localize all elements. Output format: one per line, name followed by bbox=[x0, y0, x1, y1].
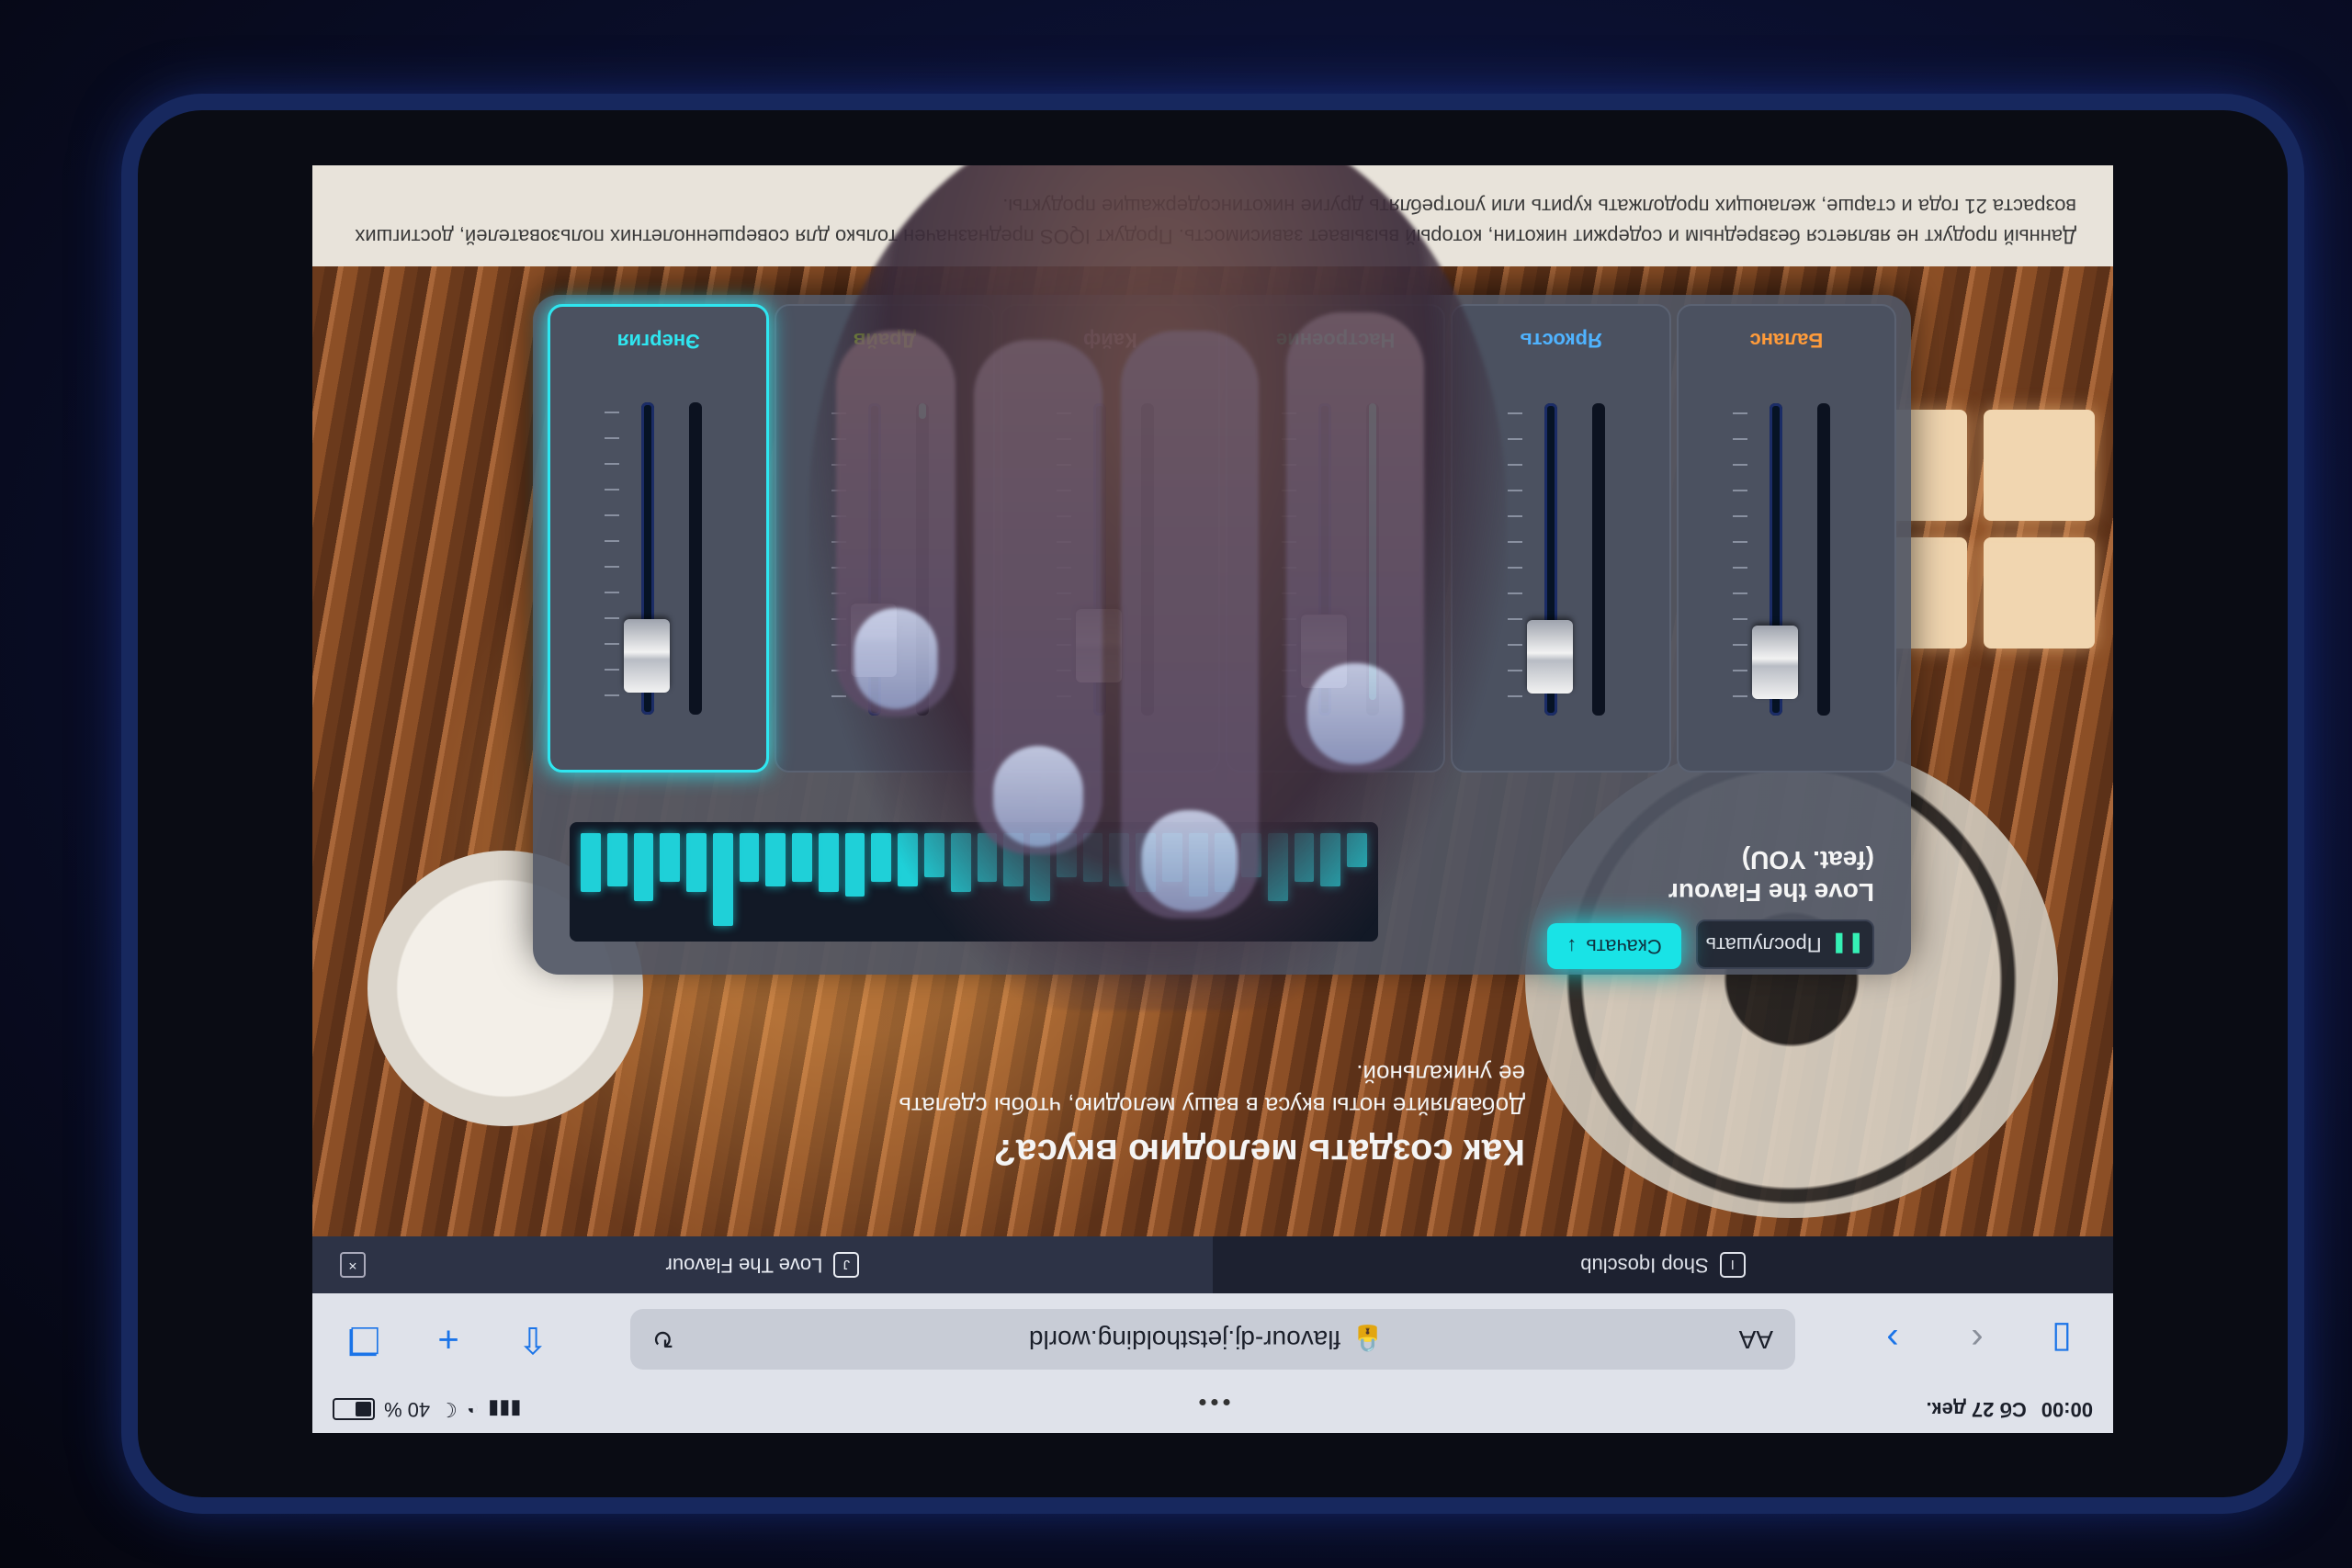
status-time: 00:00 bbox=[2041, 1398, 2093, 1421]
tab-love-the-flavour[interactable]: J Love The Flavour × bbox=[312, 1236, 1213, 1293]
meter-bar bbox=[581, 833, 601, 892]
battery-icon bbox=[333, 1398, 375, 1420]
song-subtitle: (feat. YOU) bbox=[1741, 846, 1874, 874]
fader-knob[interactable] bbox=[624, 619, 671, 693]
fader-knob[interactable] bbox=[1526, 620, 1573, 694]
wifi-icon: ◔ bbox=[466, 1398, 480, 1421]
meter-bar bbox=[765, 833, 786, 887]
channel-label: Баланс bbox=[1749, 329, 1824, 352]
download-button[interactable]: Скачать ↓ bbox=[1547, 923, 1681, 969]
download-icon: ↓ bbox=[1566, 935, 1577, 958]
play-button-label: Прослушать bbox=[1705, 933, 1822, 956]
sidebar-icon[interactable]: ▯ bbox=[2038, 1315, 2086, 1363]
status-date: Сб 27 дек. bbox=[1926, 1398, 2027, 1421]
fingernail bbox=[1141, 810, 1238, 911]
meter-bar bbox=[818, 833, 839, 892]
page-title: Как создать мелодию вкуса? bbox=[993, 1132, 1525, 1172]
fader-ticks bbox=[1733, 403, 1747, 697]
song-info: Love the Flavour (feat. YOU) bbox=[1668, 844, 1874, 908]
close-icon[interactable]: × bbox=[340, 1252, 366, 1278]
page-headline-block: Как создать мелодию вкуса? Добавляйте но… bbox=[882, 1057, 1525, 1172]
safari-toolbar: ▯ ‹ › AA 🔒 flavour-dj.jetstholding.world… bbox=[312, 1293, 2113, 1385]
level-track bbox=[1817, 403, 1830, 716]
meter-bar bbox=[712, 833, 733, 926]
reader-button[interactable]: AA bbox=[1739, 1325, 1773, 1354]
play-button[interactable]: ❚❚ Прослушать bbox=[1696, 919, 1874, 969]
reload-icon[interactable]: ↻ bbox=[652, 1325, 673, 1355]
tab-favicon: I bbox=[1719, 1252, 1746, 1278]
hand-overlay bbox=[808, 165, 1507, 1010]
meter-bar bbox=[686, 833, 707, 892]
fader-ticks bbox=[605, 402, 620, 696]
multitask-dots[interactable]: ••• bbox=[1194, 1388, 1230, 1416]
meter-bar bbox=[606, 833, 628, 887]
meter-bar bbox=[633, 833, 654, 902]
plus-icon[interactable]: + bbox=[424, 1315, 472, 1363]
tab-label: Shop Iqosclub bbox=[1580, 1254, 1709, 1277]
song-title: Love the Flavour bbox=[1668, 878, 1874, 907]
fader-knob[interactable] bbox=[1752, 626, 1798, 699]
tab-favicon: J bbox=[833, 1252, 860, 1278]
channel-label: Энергия bbox=[616, 330, 700, 353]
level-track bbox=[1591, 403, 1605, 716]
signal-icon: ▮▮▮ bbox=[488, 1398, 522, 1421]
page-subtext: Добавляйте ноты вкуса в вашу мелодию, чт… bbox=[899, 1059, 1525, 1120]
status-bar: 00:00 Сб 27 дек. ••• ▮▮▮ ◔ ☾ 40 % bbox=[312, 1385, 2113, 1433]
finger bbox=[1121, 331, 1259, 919]
channel-1[interactable]: Баланс bbox=[1676, 304, 1896, 773]
tab-bar: I Shop Iqosclub J Love The Flavour × bbox=[312, 1236, 2113, 1293]
finger bbox=[974, 340, 1102, 854]
channel-6[interactable]: Энергия bbox=[548, 304, 770, 773]
chevron-right-icon[interactable]: › bbox=[1869, 1315, 1917, 1363]
share-icon[interactable]: ⇧ bbox=[509, 1315, 557, 1363]
finger bbox=[1286, 312, 1424, 772]
fingernail bbox=[1306, 663, 1404, 764]
lock-icon: 🔒 bbox=[1351, 1325, 1385, 1354]
meter-bar bbox=[739, 833, 760, 882]
meter-bar bbox=[660, 833, 681, 882]
address-bar[interactable]: AA 🔒 flavour-dj.jetstholding.world ↻ bbox=[630, 1309, 1795, 1370]
tabs-icon[interactable]: ❐ bbox=[340, 1315, 388, 1363]
moon-icon: ☾ bbox=[439, 1398, 458, 1421]
battery-label: 40 % bbox=[384, 1398, 431, 1421]
fader-ticks bbox=[1507, 403, 1522, 697]
tablet-screen: 00:00 Сб 27 дек. ••• ▮▮▮ ◔ ☾ 40 % ▯ ‹ › … bbox=[312, 165, 2113, 1433]
fingernail bbox=[854, 608, 938, 709]
pause-icon: ❚❚ bbox=[1830, 933, 1865, 956]
finger bbox=[836, 331, 956, 716]
download-button-label: Скачать bbox=[1586, 935, 1662, 958]
channel-label: Яркость bbox=[1520, 329, 1602, 352]
fingernail bbox=[993, 746, 1083, 847]
url-text[interactable]: flavour-dj.jetstholding.world bbox=[1029, 1325, 1340, 1354]
tab-label: Love The Flavour bbox=[665, 1254, 823, 1277]
tab-shop-iqosclub[interactable]: I Shop Iqosclub bbox=[1213, 1236, 2113, 1293]
chevron-left-icon[interactable]: ‹ bbox=[1953, 1315, 2001, 1363]
meter-bar bbox=[792, 833, 812, 882]
level-track bbox=[689, 402, 703, 715]
